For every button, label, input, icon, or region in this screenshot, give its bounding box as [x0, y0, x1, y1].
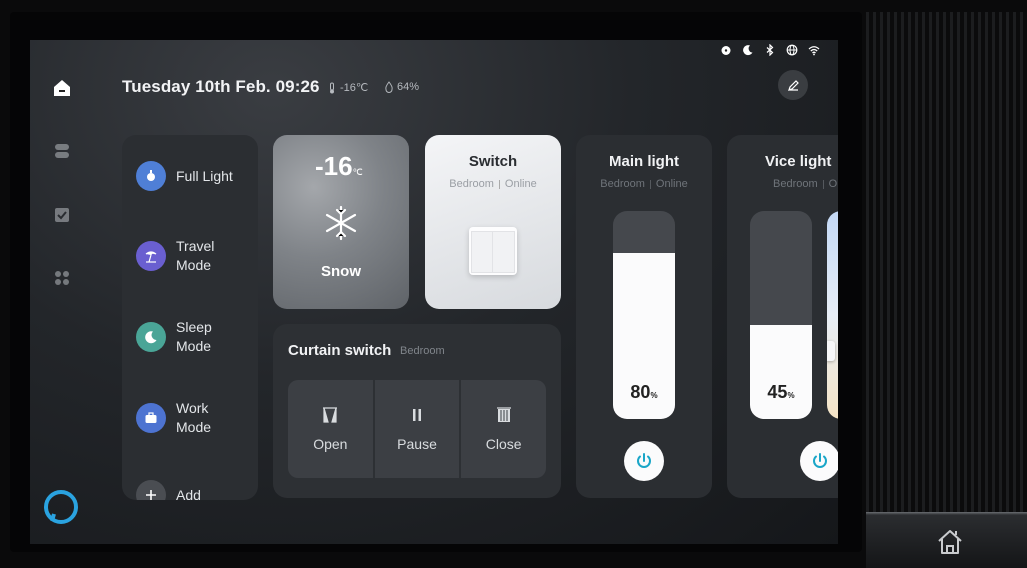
- tasks-icon[interactable]: [52, 205, 72, 225]
- weather-card[interactable]: -16℃ Snow: [273, 135, 409, 309]
- scene-work-mode[interactable]: Work Mode: [136, 399, 246, 437]
- moon-icon: [136, 322, 166, 352]
- main-light-power-button[interactable]: [624, 441, 664, 481]
- scene-label: Work Mode: [176, 400, 212, 435]
- bluetooth-icon: [766, 44, 774, 56]
- curtain-open-button[interactable]: Open: [288, 380, 373, 478]
- status-bar: [720, 44, 820, 56]
- device-base: [866, 512, 1027, 568]
- curtain-open-label: Open: [313, 436, 348, 452]
- apps-icon[interactable]: [52, 268, 72, 288]
- curtain-controls: Open Pause Close: [288, 380, 546, 478]
- palm-icon: [136, 241, 166, 271]
- scene-sleep-mode[interactable]: Sleep Mode: [136, 318, 246, 356]
- plus-icon: [136, 480, 166, 500]
- curtain-pause-label: Pause: [397, 436, 437, 452]
- devices-icon[interactable]: [52, 141, 72, 161]
- edit-button[interactable]: [778, 70, 808, 100]
- main-light-subtitle: Bedroom Online: [600, 178, 688, 190]
- power-icon: [637, 453, 651, 468]
- vice-light-title: Vice light: [765, 153, 832, 170]
- humidity-value: 64%: [397, 81, 420, 93]
- droplet-icon: [385, 81, 393, 93]
- curtain-room: Bedroom: [400, 345, 445, 357]
- main-light-title: Main light: [609, 153, 679, 170]
- curtain-close-icon: [496, 407, 511, 422]
- thermometer-icon: [330, 82, 334, 93]
- power-icon: [813, 453, 827, 468]
- scenes-panel: Full Light Travel Mode Sleep Mode Work M…: [122, 135, 258, 500]
- bulb-icon: [136, 161, 166, 191]
- main-light-brightness-slider[interactable]: 80%: [613, 211, 675, 419]
- briefcase-icon: [136, 403, 166, 433]
- brightness-fill: [750, 325, 812, 419]
- main-light-card: Main light Bedroom Online 80%: [576, 135, 712, 498]
- switch-card[interactable]: Switch Bedroom Online: [425, 135, 561, 309]
- vice-light-power-button[interactable]: [800, 441, 838, 481]
- humidity-reading: 64%: [384, 81, 419, 93]
- scene-full-light[interactable]: Full Light: [136, 161, 246, 191]
- curtain-open-icon: [323, 407, 338, 423]
- pause-icon: [413, 409, 421, 421]
- brightness-value: 45%: [767, 382, 795, 402]
- moon-icon: [743, 45, 753, 56]
- curtain-pause-button[interactable]: Pause: [374, 380, 460, 478]
- wall-switch-graphic[interactable]: [469, 227, 517, 275]
- scene-travel-mode[interactable]: Travel Mode: [136, 237, 246, 275]
- switch-title: Switch: [468, 153, 518, 170]
- switch-subtitle: Bedroom Online: [449, 178, 537, 190]
- color-temperature-slider[interactable]: [827, 211, 838, 419]
- color-temperature-handle[interactable]: [827, 341, 835, 361]
- scene-label: Add: [176, 486, 201, 501]
- vice-light-card: Vice light BedroomOnline 45%: [727, 135, 838, 498]
- curtain-title: Curtain switch: [288, 342, 392, 359]
- screen: Tuesday 10th Feb. 09:26 -16℃ 64% Full Li…: [30, 40, 838, 544]
- temperature-reading: -16℃: [327, 81, 368, 94]
- brightness-value: 80%: [630, 382, 658, 402]
- speaker-grille: [866, 12, 1027, 512]
- home-button-icon[interactable]: [935, 528, 965, 556]
- wifi-icon: [808, 46, 820, 56]
- curtain-card: Curtain switch Bedroom Open Pause Close: [273, 324, 561, 498]
- vice-light-brightness-slider[interactable]: 45%: [750, 211, 812, 419]
- vice-light-subtitle: BedroomOnline: [773, 178, 838, 190]
- snowflake-icon: [325, 205, 357, 241]
- curtain-close-label: Close: [485, 436, 522, 452]
- globe-icon: [786, 44, 798, 56]
- curtain-close-button[interactable]: Close: [461, 380, 546, 478]
- home-icon[interactable]: [52, 78, 72, 98]
- scene-label: Full Light: [176, 167, 233, 184]
- weather-temperature: -16℃: [315, 151, 363, 181]
- scene-label: Sleep Mode: [176, 319, 212, 354]
- weather-condition: Snow: [321, 263, 361, 280]
- scene-label: Travel Mode: [176, 238, 215, 273]
- pencil-icon: [787, 79, 799, 91]
- alarm-icon: [721, 46, 731, 55]
- alexa-icon[interactable]: [42, 488, 80, 526]
- scene-add[interactable]: Add: [136, 480, 246, 500]
- date-time: Tuesday 10th Feb. 09:26: [122, 77, 320, 96]
- temperature-value: -16℃: [340, 82, 369, 94]
